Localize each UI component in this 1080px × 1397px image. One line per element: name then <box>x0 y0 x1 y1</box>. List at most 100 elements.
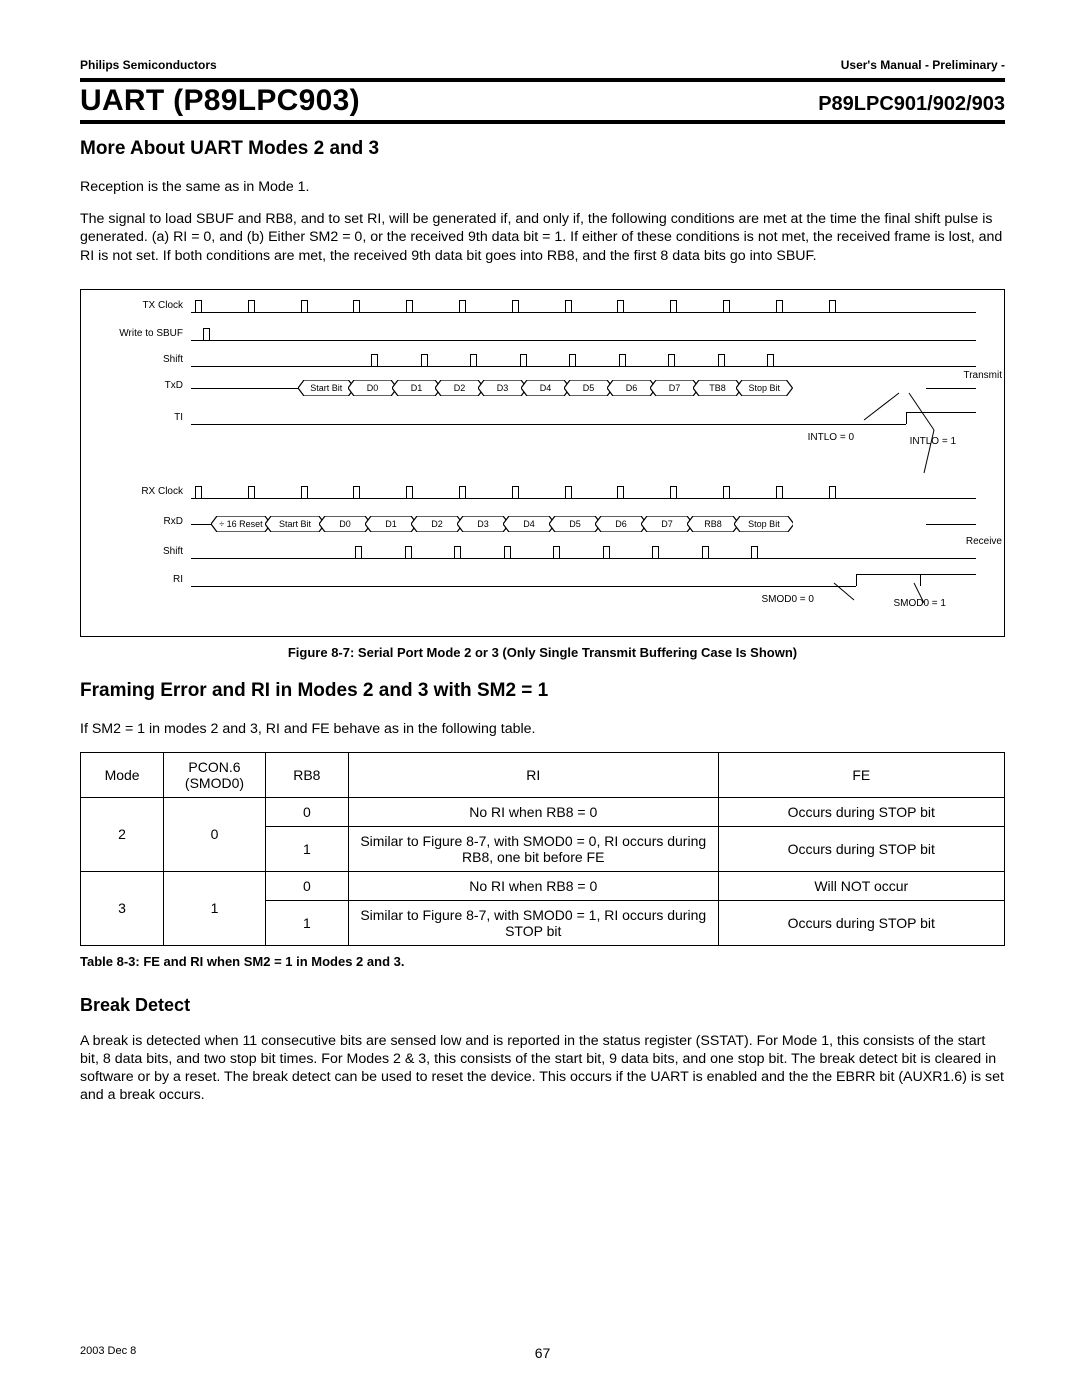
pulse-icon <box>355 546 362 558</box>
side-label-transmit: Transmit <box>963 370 1002 381</box>
signal-label: TxD <box>103 380 183 391</box>
signal-line <box>191 424 906 425</box>
svg-text:D1: D1 <box>410 383 422 393</box>
signal-row-tx-clock: TX Clock <box>103 296 986 318</box>
pulse-icon <box>406 486 413 498</box>
bus-cell: ÷ 16 Reset <box>211 516 271 532</box>
signal-row-rx-clock: RX Clock <box>103 482 986 504</box>
table-cell: 1 <box>265 900 348 945</box>
pulse-icon <box>723 300 730 312</box>
bus-cell: Start Bit <box>265 516 325 532</box>
table-cell: 1 <box>265 826 348 871</box>
pulse-icon <box>652 546 659 558</box>
annotation-intlo0: INTLO = 0 <box>808 432 854 443</box>
running-header: Philips Semiconductors User's Manual - P… <box>80 58 1005 72</box>
signal-line <box>191 312 976 313</box>
signal-label: TX Clock <box>103 300 183 311</box>
section-heading-framing: Framing Error and RI in Modes 2 and 3 wi… <box>80 680 1005 702</box>
pulse-icon <box>301 300 308 312</box>
bus-cell: D6 <box>607 380 656 396</box>
pulse-icon <box>406 300 413 312</box>
pulse-icon <box>301 486 308 498</box>
table-cell: Similar to Figure 8-7, with SMOD0 = 1, R… <box>348 900 718 945</box>
bus-cell: Stop Bit <box>736 380 792 396</box>
pulse-icon <box>512 300 519 312</box>
signal-row-rxd: RxD ÷ 16 Reset Start Bit D0 D1 D2 D3 D4 … <box>103 508 986 530</box>
table-cell: No RI when RB8 = 0 <box>348 797 718 826</box>
signal-label: Shift <box>103 354 183 365</box>
pulse-icon <box>195 300 202 312</box>
bus-cell: Stop Bit <box>734 516 794 532</box>
svg-text:D6: D6 <box>626 383 638 393</box>
pulse-icon <box>248 300 255 312</box>
annotation-lines-icon <box>854 388 974 478</box>
pulse-icon <box>603 546 610 558</box>
bus-cell: D3 <box>478 380 527 396</box>
pulse-icon <box>718 354 725 366</box>
pulse-icon <box>203 328 210 340</box>
title-band: UART (P89LPC903) P89LPC901/902/903 <box>80 78 1005 124</box>
bus-cell: D2 <box>411 516 463 532</box>
paragraph: A break is detected when 11 consecutive … <box>80 1032 1005 1105</box>
pulse-icon <box>353 486 360 498</box>
bus-cell: D1 <box>365 516 417 532</box>
signal-line <box>926 524 976 525</box>
pulse-icon <box>617 486 624 498</box>
table-cell: 2 <box>81 797 164 871</box>
bus-cell: D4 <box>503 516 555 532</box>
pulse-icon <box>569 354 576 366</box>
bus-cell: D2 <box>435 380 484 396</box>
svg-text:Start Bit: Start Bit <box>310 383 343 393</box>
pulse-icon <box>619 354 626 366</box>
part-numbers: P89LPC901/902/903 <box>818 93 1005 116</box>
signal-line <box>191 586 856 587</box>
bus-cell: D7 <box>641 516 693 532</box>
bus-cell: D5 <box>564 380 613 396</box>
table-cell: 1 <box>164 871 266 945</box>
page-title: UART (P89LPC903) <box>80 84 360 118</box>
signal-row-shift-tx: Shift <box>103 350 986 372</box>
table-row: 3 1 0 No RI when RB8 = 0 Will NOT occur <box>81 871 1005 900</box>
paragraph: Reception is the same as in Mode 1. <box>80 178 1005 196</box>
signal-line <box>191 340 976 341</box>
data-bus: ÷ 16 Reset Start Bit D0 D1 D2 D3 D4 D5 D… <box>211 516 793 532</box>
pulse-icon <box>668 354 675 366</box>
section-heading-break: Break Detect <box>80 995 1005 1016</box>
bus-cell: RB8 <box>687 516 739 532</box>
pulse-icon <box>421 354 428 366</box>
signal-label: TI <box>103 412 183 423</box>
svg-text:D0: D0 <box>367 383 379 393</box>
paragraph: The signal to load SBUF and RB8, and to … <box>80 210 1005 265</box>
svg-text:D7: D7 <box>669 383 681 393</box>
signal-label: RI <box>103 574 183 585</box>
table-fe-ri: Mode PCON.6 (SMOD0) RB8 RI FE 2 0 0 No R… <box>80 752 1005 946</box>
bus-cell: D3 <box>457 516 509 532</box>
pulse-icon <box>512 486 519 498</box>
pulse-icon <box>767 354 774 366</box>
pulse-icon <box>829 300 836 312</box>
table-header: PCON.6 (SMOD0) <box>164 752 266 797</box>
table-header-row: Mode PCON.6 (SMOD0) RB8 RI FE <box>81 752 1005 797</box>
svg-text:÷ 16 Reset: ÷ 16 Reset <box>219 519 263 529</box>
svg-text:D7: D7 <box>662 519 674 529</box>
svg-text:Stop Bit: Stop Bit <box>749 383 781 393</box>
table-header: RB8 <box>265 752 348 797</box>
table-header: FE <box>718 752 1004 797</box>
bus-cell: D1 <box>392 380 441 396</box>
pulse-icon <box>553 546 560 558</box>
figure-timing-diagram: TX Clock Write to SBUF Shift TxD Start B… <box>80 289 1005 637</box>
svg-text:D5: D5 <box>583 383 595 393</box>
signal-row-write-sbuf: Write to SBUF <box>103 324 986 346</box>
signal-line <box>191 498 976 499</box>
signal-label: Write to SBUF <box>103 328 183 339</box>
page-number: 67 <box>535 1345 551 1361</box>
table-cell: No RI when RB8 = 0 <box>348 871 718 900</box>
header-right: User's Manual - Preliminary - <box>841 58 1005 72</box>
signal-line <box>191 524 211 525</box>
table-cell: Occurs during STOP bit <box>718 826 1004 871</box>
pulse-icon <box>702 546 709 558</box>
document-page: Philips Semiconductors User's Manual - P… <box>0 0 1080 1397</box>
signal-label: Shift <box>103 546 183 557</box>
bus-cell: TB8 <box>693 380 742 396</box>
pulse-icon <box>504 546 511 558</box>
